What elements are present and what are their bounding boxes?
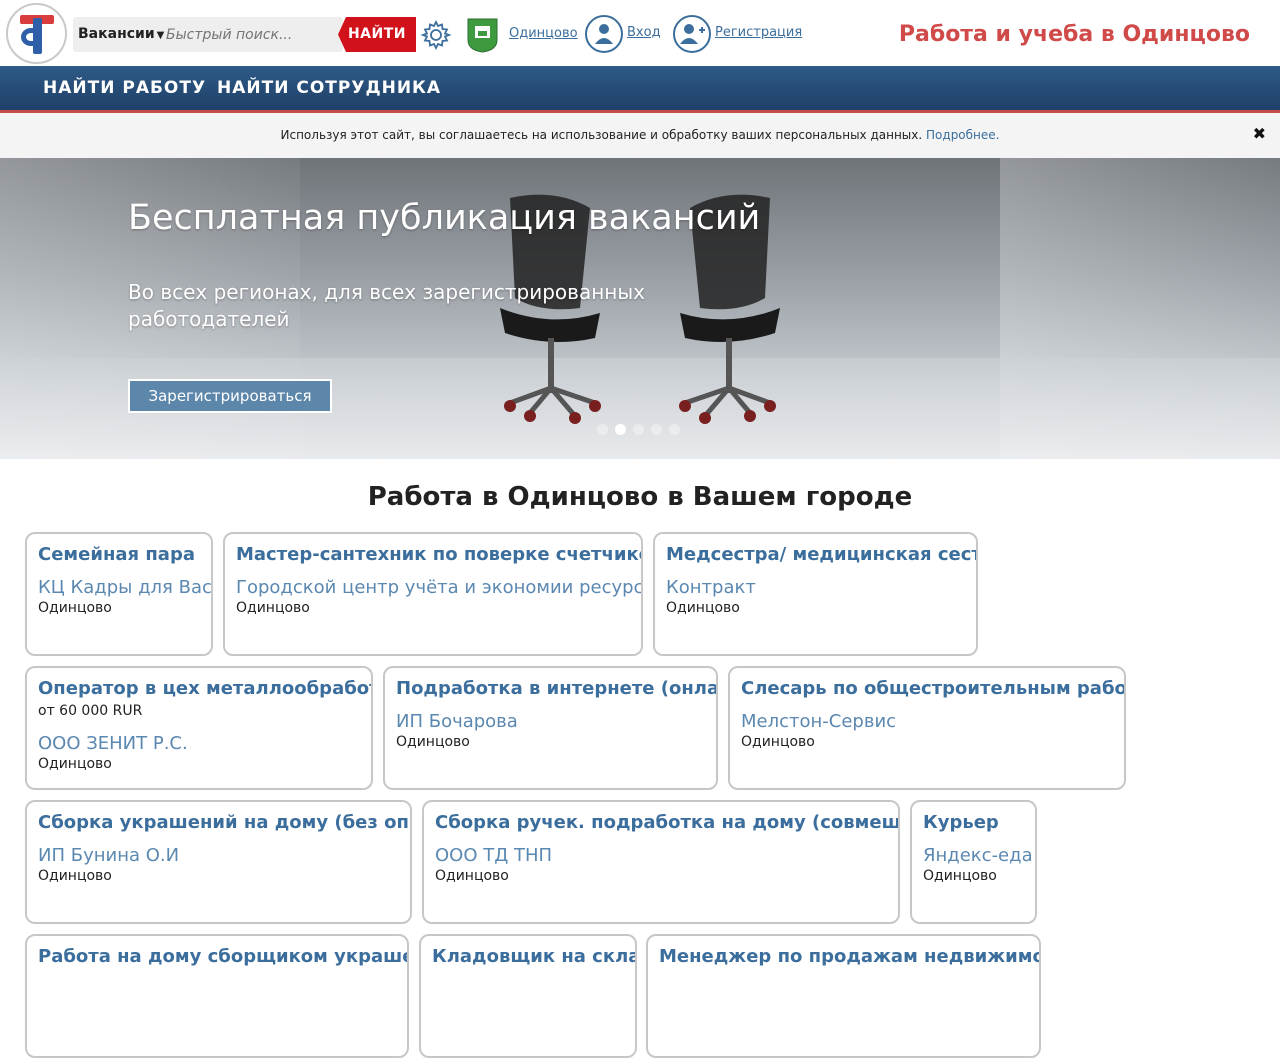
- job-city: Одинцово: [666, 600, 740, 616]
- job-city: Одинцово: [923, 868, 997, 884]
- job-card[interactable]: Подработка в интернете (онлайн) ИП Бочар…: [383, 666, 718, 790]
- job-city: Одинцово: [741, 734, 815, 750]
- nav-find-employee[interactable]: НАЙТИ СОТРУДНИКА: [217, 78, 441, 98]
- nav-find-job[interactable]: НАЙТИ РАБОТУ: [43, 78, 206, 98]
- job-card[interactable]: Семейная пара КЦ Кадры для Вас Одинцово: [25, 532, 213, 656]
- job-card[interactable]: Медсестра/ медицинская сестра Контракт О…: [653, 532, 978, 656]
- job-card[interactable]: Работа на дому сборщиком украшений: [25, 934, 409, 1058]
- job-title[interactable]: Медсестра/ медицинская сестра: [666, 544, 976, 565]
- main-nav: НАЙТИ РАБОТУ НАЙТИ СОТРУДНИКА: [0, 66, 1280, 113]
- login-link[interactable]: Вход: [627, 25, 661, 40]
- carousel-dot[interactable]: [651, 424, 662, 435]
- job-company[interactable]: Мелстон-Сервис: [741, 711, 1113, 732]
- job-card[interactable]: Оператор в цех металлообработки от 60 00…: [25, 666, 373, 790]
- hero-subtitle: Во всех регионах, для всех зарегистриров…: [128, 280, 645, 331]
- job-company[interactable]: Городской центр учёта и экономии ресурсо…: [236, 577, 641, 598]
- job-title[interactable]: Семейная пара: [38, 544, 200, 565]
- carousel-dots: [597, 420, 687, 439]
- job-card[interactable]: Кладовщик на склад: [419, 934, 637, 1058]
- job-title[interactable]: Кладовщик на склад: [432, 946, 635, 967]
- chevron-down-icon: ▼: [156, 30, 165, 41]
- search-box: Вакансии ▼: [73, 17, 343, 52]
- job-city: Одинцово: [38, 756, 112, 772]
- job-company[interactable]: ИП Бунина О.И: [38, 845, 399, 866]
- job-city: Одинцово: [38, 868, 112, 884]
- carousel-dot[interactable]: [597, 424, 608, 435]
- carousel-dot[interactable]: [669, 424, 680, 435]
- job-salary: от 60 000 RUR: [38, 703, 143, 719]
- job-company[interactable]: Контракт: [666, 577, 965, 598]
- job-title[interactable]: Оператор в цех металлообработки: [38, 678, 371, 699]
- job-card[interactable]: Слесарь по общестроительным работам Мелс…: [728, 666, 1126, 790]
- job-card[interactable]: Курьер Яндекс-еда Одинцово: [910, 800, 1037, 924]
- job-city: Одинцово: [396, 734, 470, 750]
- job-city: Одинцово: [236, 600, 310, 616]
- cookie-more-link[interactable]: Подробнее.: [926, 128, 999, 142]
- cookie-close-icon[interactable]: ✖: [1253, 124, 1266, 143]
- carousel-dot[interactable]: [615, 424, 626, 435]
- header: Вакансии▼ НАЙТИ Одинцово Вход Регистраци…: [0, 0, 1280, 66]
- job-city: Одинцово: [38, 600, 112, 616]
- job-company[interactable]: ООО ТД ТНП: [435, 845, 887, 866]
- job-title[interactable]: Работа на дому сборщиком украшений: [38, 946, 407, 967]
- job-card[interactable]: Сборка украшений на дому (без опыта) ИП …: [25, 800, 412, 924]
- job-title[interactable]: Подработка в интернете (онлайн): [396, 678, 716, 699]
- jobs-section-title: Работа в Одинцово в Вашем городе: [367, 482, 913, 512]
- hero-banner: Бесплатная публикация вакансий Во всех р…: [0, 158, 1280, 459]
- job-company[interactable]: Яндекс-еда: [923, 845, 1033, 866]
- search-type-select[interactable]: Вакансии ▼: [78, 17, 164, 52]
- job-company[interactable]: ИП Бочарова: [396, 711, 705, 732]
- search-type-label: Вакансии: [78, 26, 155, 42]
- job-company[interactable]: КЦ Кадры для Вас: [38, 577, 211, 598]
- job-title[interactable]: Слесарь по общестроительным работам: [741, 678, 1124, 699]
- hero-title: Бесплатная публикация вакансий: [128, 198, 761, 238]
- job-card[interactable]: Мастер-сантехник по поверке счетчиков Го…: [223, 532, 643, 656]
- site-title: Работа и учеба в Одинцово: [898, 22, 1250, 47]
- login-user-icon[interactable]: [585, 15, 623, 53]
- cookie-banner: Используя этот сайт, вы соглашаетесь на …: [0, 113, 1280, 158]
- site-logo[interactable]: [6, 3, 67, 64]
- job-company[interactable]: ООО ЗЕНИТ Р.С.: [38, 733, 360, 754]
- job-title[interactable]: Сборка украшений на дому (без опыта): [38, 812, 410, 833]
- job-title[interactable]: Мастер-сантехник по поверке счетчиков: [236, 544, 641, 565]
- settings-gear-icon[interactable]: [420, 19, 452, 51]
- cookie-message: Используя этот сайт, вы соглашаетесь на …: [280, 128, 923, 142]
- job-city: Одинцово: [435, 868, 509, 884]
- search-input[interactable]: [166, 21, 336, 48]
- register-user-plus-icon[interactable]: [673, 15, 711, 53]
- job-title[interactable]: Сборка ручек. подработка на дому (совмещ…: [435, 812, 898, 833]
- search-button[interactable]: НАЙТИ: [338, 17, 416, 52]
- job-title[interactable]: Менеджер по продажам недвижимости: [659, 946, 1039, 967]
- job-card[interactable]: Сборка ручек. подработка на дому (совмещ…: [422, 800, 900, 924]
- hero-register-button[interactable]: Зарегистрироваться: [128, 379, 332, 413]
- job-card[interactable]: Менеджер по продажам недвижимости: [646, 934, 1041, 1058]
- city-link[interactable]: Одинцово: [509, 26, 578, 41]
- job-title[interactable]: Курьер: [923, 812, 1024, 833]
- register-link[interactable]: Регистрация: [715, 25, 802, 40]
- carousel-dot[interactable]: [633, 424, 644, 435]
- cookie-text: Используя этот сайт, вы соглашаетесь на …: [0, 128, 1280, 142]
- city-emblem-icon: [467, 18, 498, 53]
